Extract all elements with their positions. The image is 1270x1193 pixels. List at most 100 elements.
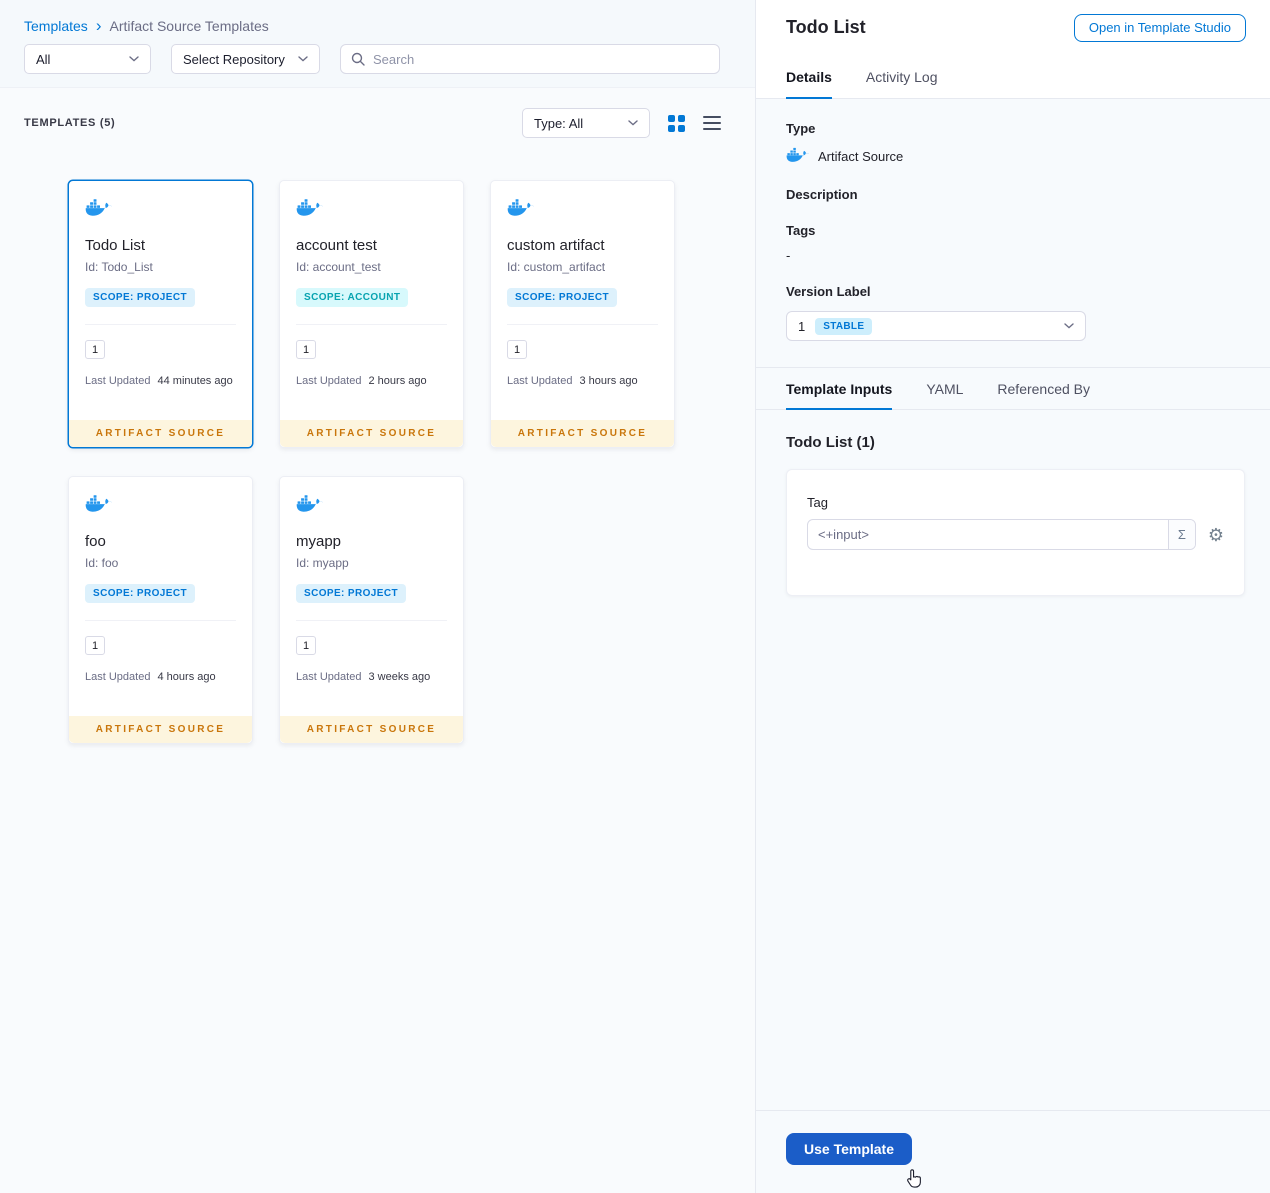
search-box[interactable] — [340, 44, 720, 74]
chevron-down-icon — [129, 56, 139, 62]
description-field-label: Description — [786, 187, 858, 202]
docker-icon — [786, 146, 809, 166]
template-cards-grid: Todo List Id: Todo_List SCOPE: PROJECT 1… — [68, 180, 675, 744]
tab-details[interactable]: Details — [786, 55, 832, 99]
version-count-chip: 1 — [296, 636, 316, 655]
card-type-badge: ARTIFACT SOURCE — [69, 420, 252, 447]
inputs-tab-bar: Template Inputs YAML Referenced By — [756, 367, 1270, 410]
open-in-template-studio-button[interactable]: Open in Template Studio — [1073, 13, 1246, 42]
docker-icon — [85, 495, 112, 517]
last-updated-value: 3 weeks ago — [368, 671, 431, 683]
breadcrumb-separator-icon: › — [95, 16, 102, 35]
template-card-title: myapp — [296, 533, 342, 550]
card-type-badge: ARTIFACT SOURCE — [491, 420, 674, 447]
last-updated-label: Last Updated — [85, 671, 151, 683]
docker-icon — [85, 199, 112, 221]
template-card[interactable]: account test Id: account_test SCOPE: ACC… — [279, 180, 464, 448]
search-input[interactable] — [373, 51, 709, 67]
breadcrumb-current-page: Artifact Source Templates — [109, 17, 269, 34]
template-card[interactable]: Todo List Id: Todo_List SCOPE: PROJECT 1… — [68, 180, 253, 448]
scope-badge: SCOPE: PROJECT — [85, 288, 195, 307]
list-view-button[interactable] — [703, 115, 721, 131]
filters-row: All Select Repository — [24, 44, 720, 74]
chevron-down-icon — [1064, 323, 1074, 329]
card-type-badge: ARTIFACT SOURCE — [280, 716, 463, 743]
last-updated-value: 44 minutes ago — [157, 375, 233, 387]
details-section: Type Artifact Source Description Tags - … — [756, 99, 1270, 367]
template-card[interactable]: myapp Id: myapp SCOPE: PROJECT 1 Last Up… — [279, 476, 464, 744]
scope-badge: SCOPE: PROJECT — [507, 288, 617, 307]
search-icon — [351, 52, 365, 66]
template-card[interactable]: custom artifact Id: custom_artifact SCOP… — [490, 180, 675, 448]
repository-filter-value: Select Repository — [183, 51, 285, 67]
grid-view-button[interactable] — [668, 114, 685, 132]
tab-yaml[interactable]: YAML — [926, 368, 963, 409]
template-card[interactable]: foo Id: foo SCOPE: PROJECT 1 Last Update… — [68, 476, 253, 744]
tag-input-wrap: Σ — [807, 519, 1196, 550]
docker-icon — [296, 199, 323, 221]
version-count-chip: 1 — [296, 340, 316, 359]
details-tab-bar: Details Activity Log — [756, 55, 1270, 99]
docker-icon — [507, 199, 534, 221]
type-value-row: Artifact Source — [786, 146, 1240, 166]
scope-filter-dropdown[interactable]: All — [24, 44, 151, 74]
version-count-chip: 1 — [85, 636, 105, 655]
use-template-button[interactable]: Use Template — [786, 1133, 912, 1165]
tab-referenced-by[interactable]: Referenced By — [997, 368, 1090, 409]
scope-badge: SCOPE: PROJECT — [85, 584, 195, 603]
version-label-dropdown[interactable]: 1 STABLE — [786, 311, 1086, 341]
scope-badge: SCOPE: PROJECT — [296, 584, 406, 603]
inputs-section-title: Todo List (1) — [786, 434, 875, 451]
scope-badge: SCOPE: ACCOUNT — [296, 288, 409, 307]
tag-field-label: Tag — [807, 495, 828, 510]
last-updated-row: Last Updated 2 hours ago — [296, 375, 447, 387]
panel-title: Todo List — [786, 17, 866, 37]
template-card-title: Todo List — [85, 237, 146, 254]
inputs-card: Tag Σ ⚙ — [786, 469, 1245, 596]
version-label-field-label: Version Label — [786, 284, 871, 299]
version-value: 1 — [798, 318, 806, 334]
last-updated-value: 3 hours ago — [579, 375, 638, 387]
template-card-id: Id: account_test — [296, 260, 381, 274]
card-type-badge: ARTIFACT SOURCE — [280, 420, 463, 447]
last-updated-row: Last Updated 44 minutes ago — [85, 375, 236, 387]
chevron-down-icon — [628, 120, 638, 126]
scope-filter-value: All — [36, 51, 51, 67]
last-updated-row: Last Updated 3 hours ago — [507, 375, 658, 387]
template-card-title: foo — [85, 533, 106, 550]
type-field-label: Type — [786, 121, 816, 136]
last-updated-label: Last Updated — [296, 671, 362, 683]
tab-activity-log[interactable]: Activity Log — [866, 55, 938, 98]
type-filter-dropdown[interactable]: Type: All — [522, 108, 650, 138]
version-count-chip: 1 — [85, 340, 105, 359]
repository-filter-dropdown[interactable]: Select Repository — [171, 44, 320, 74]
version-count-chip: 1 — [507, 340, 527, 359]
template-inputs-section: Todo List (1) Tag Σ ⚙ — [756, 410, 1270, 596]
stable-badge: STABLE — [815, 317, 873, 335]
templates-toolbar: TEMPLATES (5) Type: All — [24, 108, 721, 138]
last-updated-value: 2 hours ago — [368, 375, 427, 387]
tags-value: - — [786, 248, 791, 263]
tab-template-inputs[interactable]: Template Inputs — [786, 368, 893, 410]
template-card-id: Id: Todo_List — [85, 260, 153, 274]
last-updated-row: Last Updated 4 hours ago — [85, 671, 236, 683]
breadcrumb: Templates › Artifact Source Templates — [24, 17, 269, 34]
template-card-id: Id: myapp — [296, 556, 349, 570]
last-updated-value: 4 hours ago — [157, 671, 216, 683]
type-value: Artifact Source — [818, 148, 904, 164]
card-type-badge: ARTIFACT SOURCE — [69, 716, 252, 743]
template-details-panel: Todo List Open in Template Studio Detail… — [755, 0, 1270, 1193]
panel-footer: Use Template — [756, 1110, 1270, 1193]
expression-toggle-button[interactable]: Σ — [1167, 520, 1195, 549]
details-panel-header: Todo List Open in Template Studio — [756, 0, 1270, 55]
template-card-title: account test — [296, 237, 377, 254]
last-updated-label: Last Updated — [296, 375, 362, 387]
tag-input[interactable] — [808, 520, 1168, 549]
breadcrumb-templates-link[interactable]: Templates — [24, 18, 88, 34]
gear-icon[interactable]: ⚙ — [1208, 526, 1224, 544]
docker-icon — [296, 495, 323, 517]
template-card-title: custom artifact — [507, 237, 605, 254]
type-filter-value: Type: All — [534, 115, 584, 131]
last-updated-row: Last Updated 3 weeks ago — [296, 671, 447, 683]
last-updated-label: Last Updated — [507, 375, 573, 387]
